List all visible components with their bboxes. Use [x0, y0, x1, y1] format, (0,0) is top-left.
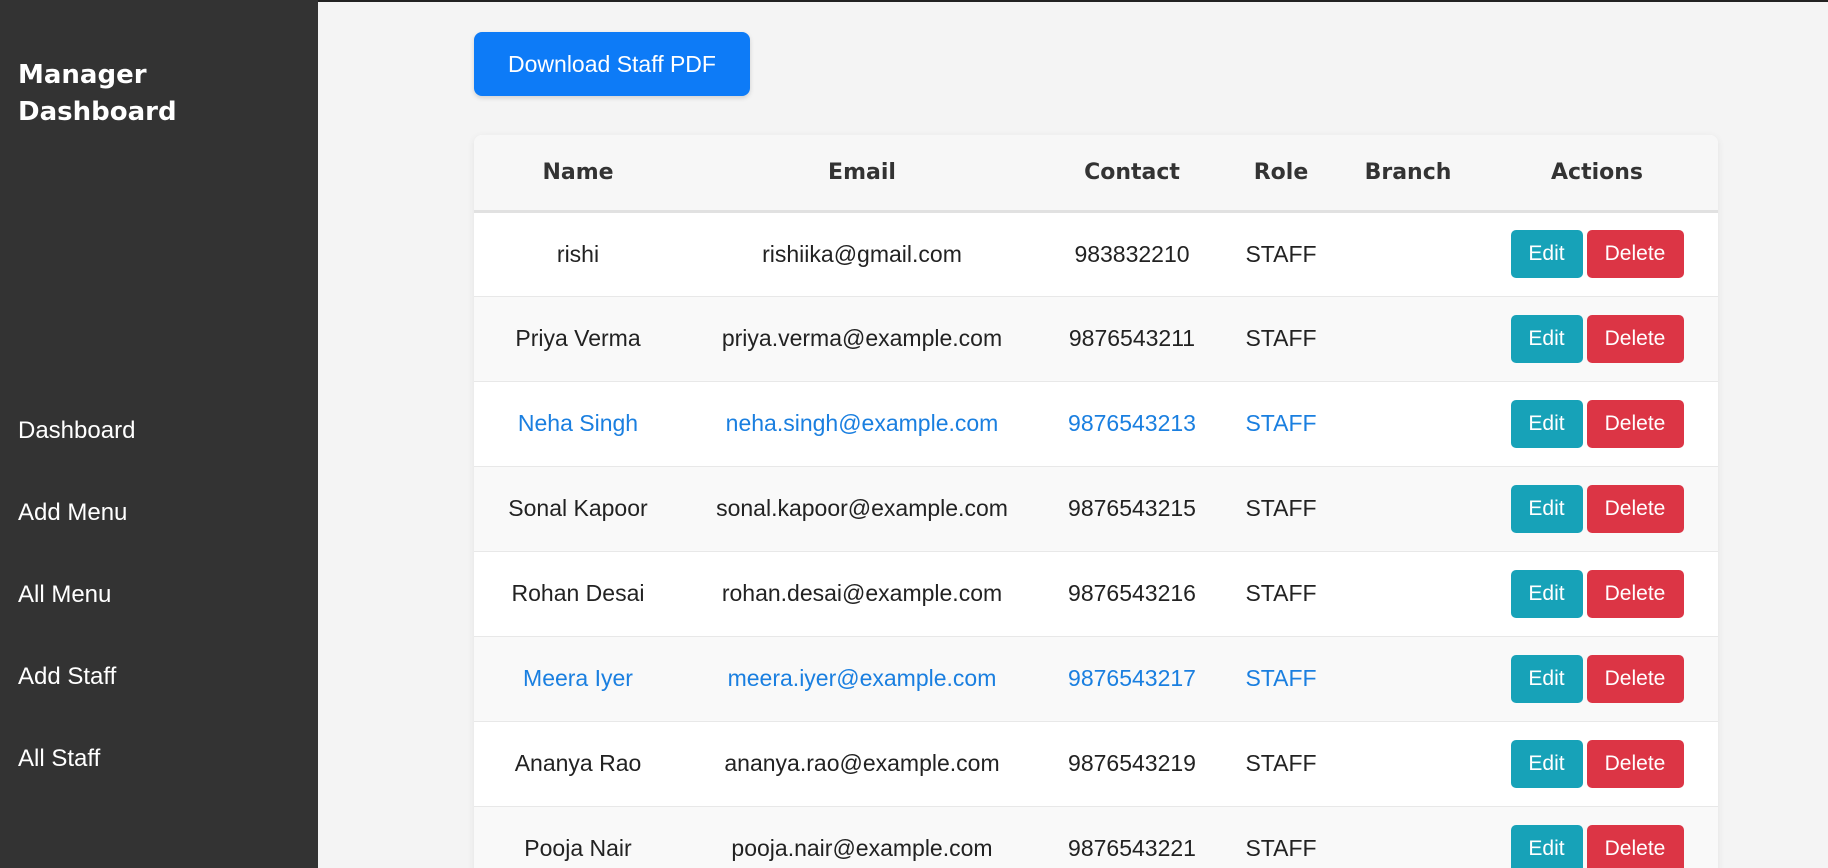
table-header: Name Email Contact Role Branch Actions: [474, 135, 1718, 211]
cell-contact: 9876543213: [1068, 410, 1196, 436]
delete-button[interactable]: Delete: [1586, 824, 1684, 868]
table-row: Neha Singh neha.singh@example.com 98765432…: [474, 381, 1718, 466]
cell-email: rishiika@gmail.com: [762, 240, 962, 267]
cell-actions: Edit Delete: [1476, 296, 1718, 381]
cell-actions: Edit Delete: [1476, 381, 1718, 466]
staff-table-card: Name Email Contact Role Branch Actions r…: [474, 135, 1718, 868]
cell-branch: [1340, 381, 1476, 466]
column-header-branch: Branch: [1364, 159, 1452, 185]
main-content: Download Staff PDF Name Email Contact Ro…: [318, 0, 1828, 868]
cell-branch: [1340, 296, 1476, 381]
delete-button[interactable]: Delete: [1586, 484, 1684, 533]
cell-email: meera.iyer@example.com: [727, 665, 997, 691]
cell-contact: 9876543217: [1068, 665, 1196, 691]
cell-contact: 9876543211: [1068, 325, 1196, 351]
cell-name: Rohan Desai: [511, 580, 645, 606]
cell-actions: Edit Delete: [1476, 636, 1718, 721]
table-row: Priya Verma priya.verma@example.com 987654…: [474, 296, 1718, 381]
cell-role: STAFF: [1245, 750, 1317, 776]
cell-name: rishi: [556, 240, 600, 267]
cell-name: Meera Iyer: [523, 665, 633, 691]
cell-role: STAFF: [1245, 325, 1317, 351]
edit-button[interactable]: Edit: [1510, 314, 1583, 363]
delete-button[interactable]: Delete: [1586, 739, 1684, 788]
edit-button[interactable]: Edit: [1510, 399, 1583, 448]
cell-actions: Edit Delete: [1476, 721, 1718, 806]
cell-branch: [1340, 466, 1476, 551]
cell-email: pooja.nair@example.com: [731, 835, 993, 861]
delete-button[interactable]: Delete: [1586, 399, 1684, 448]
cell-role: STAFF: [1245, 580, 1317, 606]
edit-button[interactable]: Edit: [1510, 654, 1583, 703]
cell-email: priya.verma@example.com: [721, 325, 1003, 351]
column-header-email: Email: [828, 159, 896, 185]
edit-button[interactable]: Edit: [1510, 569, 1583, 618]
cell-actions: Edit Delete: [1476, 806, 1718, 868]
column-header-contact: Contact: [1084, 159, 1180, 185]
cell-branch: [1340, 806, 1476, 868]
cell-actions: Edit Delete: [1476, 466, 1718, 551]
cell-branch: [1340, 211, 1476, 296]
cell-email: ananya.rao@example.com: [724, 750, 1000, 776]
cell-email: sonal.kapoor@example.com: [716, 495, 1008, 521]
edit-button[interactable]: Edit: [1510, 484, 1583, 533]
cell-name: Priya Verma: [515, 325, 641, 351]
download-staff-pdf-button[interactable]: Download Staff PDF: [474, 32, 750, 96]
cell-name: Pooja Nair: [524, 835, 632, 861]
cell-contact: 9876543216: [1068, 580, 1196, 606]
cell-name: Neha Singh: [517, 410, 639, 436]
column-header-actions: Actions: [1551, 159, 1643, 185]
cell-role: STAFF: [1245, 495, 1317, 521]
sidebar-item-add-menu[interactable]: Add Menu: [18, 498, 127, 528]
table-row: Pooja Nair pooja.nair@example.com 98765432…: [474, 806, 1718, 868]
staff-table: Name Email Contact Role Branch Actions r…: [474, 135, 1718, 868]
delete-button[interactable]: Delete: [1586, 569, 1684, 618]
table-row: Sonal Kapoor sonal.kapoor@example.com 9876…: [474, 466, 1718, 551]
sidebar-item-dashboard[interactable]: Dashboard: [18, 416, 135, 446]
cell-contact: 9876543221: [1068, 835, 1196, 861]
cell-branch: [1340, 721, 1476, 806]
edit-button[interactable]: Edit: [1510, 824, 1583, 868]
cell-role: STAFF: [1245, 410, 1317, 436]
cell-role: STAFF: [1245, 240, 1317, 267]
sidebar-title: Manager Dashboard: [18, 60, 177, 127]
edit-button[interactable]: Edit: [1510, 230, 1583, 278]
cell-branch: [1340, 636, 1476, 721]
cell-role: STAFF: [1245, 835, 1317, 861]
cell-name: Sonal Kapoor: [508, 495, 648, 521]
cell-actions: Edit Delete: [1476, 211, 1718, 296]
cell-role: STAFF: [1245, 665, 1317, 691]
cell-branch: [1340, 551, 1476, 636]
sidebar-item-all-menu[interactable]: All Menu: [18, 580, 111, 610]
sidebar: Manager Dashboard Dashboard Add Menu All…: [0, 0, 318, 868]
edit-button[interactable]: Edit: [1510, 739, 1583, 788]
sidebar-item-all-staff[interactable]: All Staff: [18, 744, 100, 774]
delete-button[interactable]: Delete: [1586, 230, 1684, 278]
cell-contact: 9876543219: [1068, 750, 1196, 776]
cell-contact: 983832210: [1074, 240, 1190, 267]
cell-email: rohan.desai@example.com: [721, 580, 1003, 606]
cell-actions: Edit Delete: [1476, 551, 1718, 636]
table-row: rishi rishiika@gmail.com 983832210 STAFF Edi…: [474, 211, 1718, 296]
table-row: Rohan Desai rohan.desai@example.com 987654…: [474, 551, 1718, 636]
column-header-name: Name: [542, 159, 614, 185]
column-header-role: Role: [1253, 159, 1309, 185]
delete-button[interactable]: Delete: [1586, 314, 1684, 363]
table-row: Ananya Rao ananya.rao@example.com 98765432…: [474, 721, 1718, 806]
delete-button[interactable]: Delete: [1586, 654, 1684, 703]
sidebar-item-add-staff[interactable]: Add Staff: [18, 662, 116, 692]
table-body: rishi rishiika@gmail.com 983832210 STAFF Edi…: [474, 211, 1718, 868]
cell-contact: 9876543215: [1068, 495, 1196, 521]
table-row: Meera Iyer meera.iyer@example.com 98765432…: [474, 636, 1718, 721]
cell-email: neha.singh@example.com: [725, 410, 999, 436]
cell-name: Ananya Rao: [514, 750, 642, 776]
